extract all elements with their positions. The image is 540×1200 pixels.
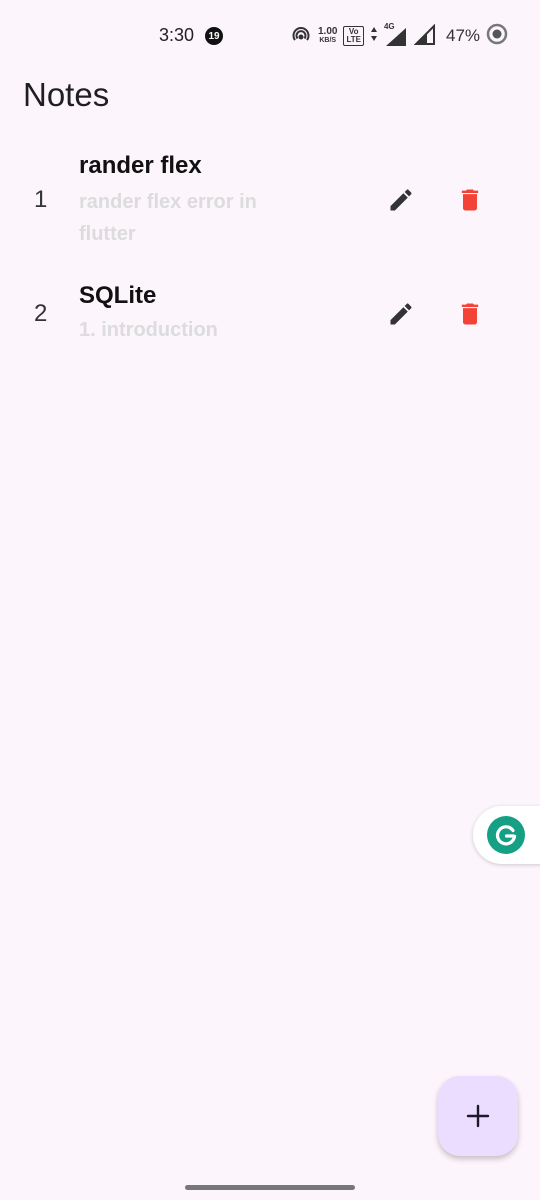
status-icons: 1.00 KB/S Vo LTE 4G 47% [290,22,508,50]
trash-icon [461,303,479,325]
note-index: 1 [34,186,48,213]
grammarly-widget[interactable] [473,806,540,864]
hotspot-icon [290,24,312,49]
list-item[interactable]: 2 SQLite 1. introduction [0,270,540,360]
notification-count-badge: 19 [205,27,223,45]
note-title: rander flex [79,152,202,179]
trash-icon [461,189,479,211]
home-indicator[interactable] [185,1185,355,1190]
grammarly-icon [487,816,525,854]
network-speed-value: 1.00 [318,26,338,37]
pencil-icon [390,189,412,211]
signal-icon-4g: 4G [383,22,408,47]
network-speed-unit: KB/S [319,37,337,44]
signal-icon [413,23,436,50]
status-bar: 3:30 19 1.00 KB/S Vo LTE 4G 47% [0,0,540,72]
note-description: 1. introduction [79,319,218,341]
pencil-icon [390,303,412,325]
list-item[interactable]: 1 rander flex rander flex error in flutt… [0,140,540,260]
battery-icon [486,23,508,50]
battery-percent: 47% [445,26,481,45]
delete-button[interactable] [450,180,490,220]
edit-button[interactable] [381,180,421,220]
add-note-button[interactable] [438,1076,518,1156]
data-arrows-icon [370,26,378,47]
note-description: rander flex error in flutter [79,191,257,245]
plus-icon [466,1104,490,1128]
status-time: 3:30 [159,25,195,45]
page-title: Notes [23,76,110,113]
delete-button[interactable] [450,294,490,334]
note-title: SQLite [79,282,157,309]
edit-button[interactable] [381,294,421,334]
note-index: 2 [34,300,48,327]
volte-bottom-label: LTE [346,35,361,44]
network-type-label: 4G [383,22,395,31]
network-speed: 1.00 KB/S [318,27,337,45]
volte-icon: Vo LTE [343,26,364,46]
